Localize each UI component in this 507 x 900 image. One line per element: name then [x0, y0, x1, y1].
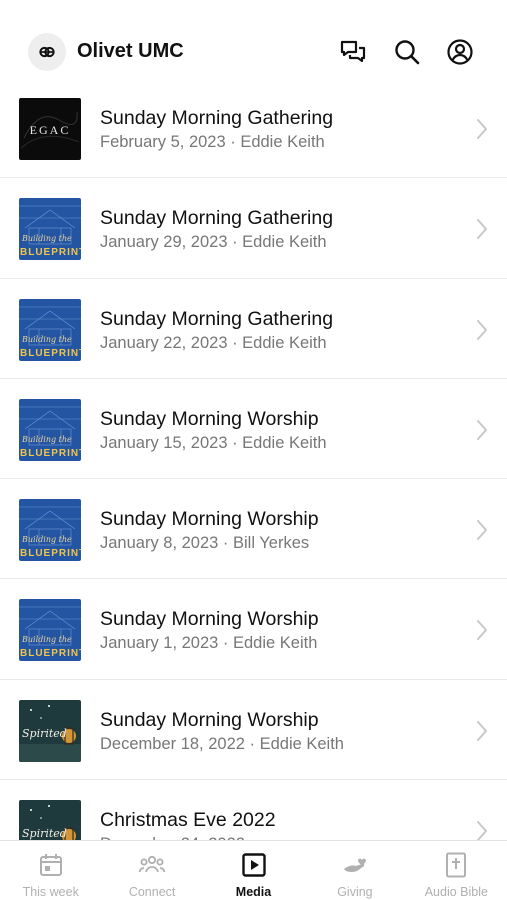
messages-button[interactable]: [339, 38, 367, 66]
media-subtitle: January 15, 2023 · Eddie Keith: [100, 433, 327, 452]
media-list-item[interactable]: SpiritedChristmas Eve 2022December 24, 2…: [0, 780, 507, 840]
search-button[interactable]: [393, 38, 421, 66]
chevron-right-icon: [475, 519, 489, 541]
tab-this-week[interactable]: This week: [0, 841, 101, 900]
media-list-item[interactable]: Building the BLUEPRINT Sunday Morning Wors…: [0, 479, 507, 580]
tab-giving[interactable]: Giving: [304, 841, 405, 900]
media-title: Sunday Morning Gathering: [100, 307, 334, 330]
calendar-icon: [37, 851, 65, 879]
media-title: Christmas Eve 2022: [100, 809, 276, 832]
sermon-thumbnail: Building the BLUEPRINT: [19, 198, 81, 261]
media-title: Sunday Morning Gathering: [100, 107, 334, 129]
media-list[interactable]: EGAC Sunday Morning Gathering February 5, …: [0, 78, 507, 840]
svg-text:BLUEPRINT: BLUEPRINT: [20, 348, 81, 359]
people-icon: [138, 851, 166, 879]
tab-label: This week: [22, 885, 79, 899]
media-list-item[interactable]: Building the BLUEPRINT Sunday Morning Wors…: [0, 579, 507, 680]
svg-text:Building the: Building the: [21, 535, 72, 544]
media-subtitle: January 8, 2023 · Bill Yerkes: [100, 534, 310, 553]
tab-media[interactable]: Media: [203, 841, 304, 900]
bible-icon: [442, 851, 470, 879]
media-subtitle: January 29, 2023 · Eddie Keith: [100, 233, 327, 252]
media-title: Sunday Morning Worship: [100, 708, 319, 731]
sermon-thumbnail: Building the BLUEPRINT: [19, 599, 81, 662]
sermon-thumbnail: Spirited: [19, 800, 81, 840]
bottom-tab-bar: This week Connect Media Giving Audio Bible: [0, 840, 507, 900]
svg-text:BLUEPRINT: BLUEPRINT: [20, 247, 81, 258]
chevron-right-icon: [475, 118, 489, 140]
sermon-thumbnail: Building the BLUEPRINT: [19, 298, 81, 361]
media-title: Sunday Morning Gathering: [100, 207, 334, 230]
chevron-right-icon: [475, 720, 489, 742]
media-list-item[interactable]: Building the BLUEPRINT Sunday Morning Wors…: [0, 379, 507, 480]
svg-text:Building the: Building the: [21, 234, 72, 243]
olivet-logo-icon[interactable]: [28, 33, 66, 71]
svg-text:BLUEPRINT: BLUEPRINT: [20, 648, 81, 659]
app-header: Olivet UMC: [0, 0, 507, 90]
media-list-item[interactable]: Spirited Sunday Morning Worship December 1…: [0, 680, 507, 781]
svg-text:BLUEPRINT: BLUEPRINT: [20, 448, 81, 459]
media-subtitle: February 5, 2023 · Eddie Keith: [100, 133, 325, 151]
tab-connect[interactable]: Connect: [101, 841, 202, 900]
tab-label: Connect: [128, 885, 176, 899]
media-title: Sunday Morning Worship: [100, 407, 319, 430]
media-subtitle: January 1, 2023 · Eddie Keith: [100, 634, 318, 653]
chat-bubbles-icon: [340, 40, 366, 63]
profile-button[interactable]: [446, 38, 474, 66]
svg-text:EGAC: EGAC: [30, 123, 71, 137]
tab-label: Giving: [337, 885, 373, 899]
chevron-right-icon: [475, 619, 489, 641]
profile-icon: [447, 39, 473, 65]
media-list-item[interactable]: EGAC Sunday Morning Gathering February 5, …: [0, 78, 507, 179]
sermon-thumbnail: Building the BLUEPRINT: [19, 499, 81, 562]
media-title: Sunday Morning Worship: [100, 508, 319, 531]
svg-text:Building the: Building the: [21, 435, 72, 444]
media-list-item[interactable]: Building the BLUEPRINT Sunday Morning Gath…: [0, 279, 507, 379]
chevron-right-icon: [475, 218, 489, 240]
tab-label: Media: [235, 885, 272, 899]
svg-text:Spirited: Spirited: [22, 827, 67, 840]
svg-text:Building the: Building the: [21, 635, 72, 644]
tab-audio-bible[interactable]: Audio Bible: [406, 841, 507, 900]
svg-text:BLUEPRINT: BLUEPRINT: [20, 548, 81, 559]
svg-text:Spirited: Spirited: [22, 727, 67, 740]
sermon-thumbnail: Spirited: [19, 699, 81, 762]
svg-text:Building the: Building the: [21, 335, 72, 344]
media-title: Sunday Morning Worship: [100, 608, 319, 631]
media-subtitle: January 22, 2023 · Eddie Keith: [100, 333, 327, 352]
chevron-right-icon: [475, 820, 489, 840]
chevron-right-icon: [475, 319, 489, 341]
tab-label: Audio Bible: [424, 885, 488, 899]
search-icon: [395, 40, 420, 65]
media-subtitle: December 18, 2022 · Eddie Keith: [100, 734, 344, 753]
giving-hand-icon: [341, 851, 369, 879]
app-title: Olivet UMC: [77, 40, 184, 62]
sermon-thumbnail: Building the BLUEPRINT: [19, 398, 81, 461]
chevron-right-icon: [475, 419, 489, 441]
media-list-item[interactable]: Building the BLUEPRINT Sunday Morning Gath…: [0, 178, 507, 279]
sermon-thumbnail: EGAC: [19, 98, 81, 160]
play-icon: [240, 851, 268, 879]
